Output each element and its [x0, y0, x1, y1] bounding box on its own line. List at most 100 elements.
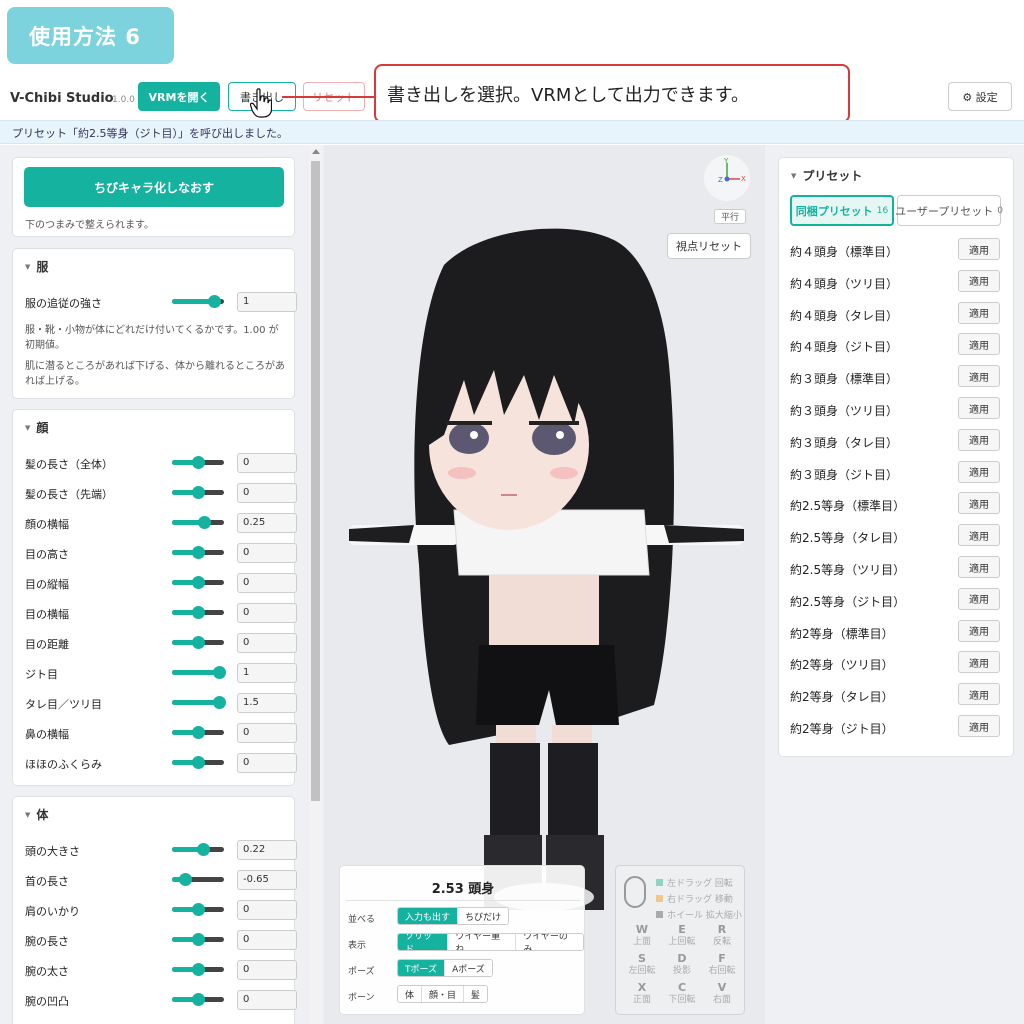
- slider-value-input[interactable]: 0: [237, 723, 297, 743]
- slider[interactable]: [172, 576, 224, 589]
- slider-knob[interactable]: [192, 546, 205, 559]
- shortcut-key[interactable]: V 右面: [702, 982, 742, 1006]
- apply-preset-button[interactable]: 適用: [958, 492, 1000, 515]
- tab-bundled-presets[interactable]: 同梱プリセット 16: [790, 195, 894, 226]
- slider-value-input[interactable]: 0.22: [237, 840, 297, 860]
- settings-button[interactable]: ⚙ 設定: [948, 82, 1012, 111]
- apply-preset-button[interactable]: 適用: [958, 365, 1000, 388]
- apply-preset-button[interactable]: 適用: [958, 524, 1000, 547]
- apply-preset-button[interactable]: 適用: [958, 683, 1000, 706]
- slider-knob[interactable]: [179, 873, 192, 886]
- slider[interactable]: [172, 873, 224, 886]
- slider-value-input[interactable]: 0: [237, 543, 297, 563]
- view-reset-button[interactable]: 視点リセット: [667, 233, 751, 259]
- slider[interactable]: [172, 636, 224, 649]
- slider[interactable]: [172, 903, 224, 916]
- slider-value-input[interactable]: 0: [237, 483, 297, 503]
- slider[interactable]: [172, 546, 224, 559]
- slider-knob[interactable]: [192, 963, 205, 976]
- arrange-chibi-only[interactable]: ちびだけ: [458, 908, 509, 924]
- slider[interactable]: [172, 486, 224, 499]
- slider-value-input[interactable]: 0: [237, 453, 297, 473]
- shortcut-key[interactable]: C 下回転: [662, 982, 702, 1006]
- left-scroll-thumb[interactable]: [311, 161, 320, 801]
- apply-preset-button[interactable]: 適用: [958, 301, 1000, 324]
- preset-section-header[interactable]: ▼ プリセット: [791, 167, 862, 184]
- slider-value-input[interactable]: 0: [237, 930, 297, 950]
- apply-preset-button[interactable]: 適用: [958, 269, 1000, 292]
- ortho-toggle[interactable]: 平行: [714, 209, 746, 224]
- slider[interactable]: [172, 843, 224, 856]
- shortcut-key[interactable]: S 左回転: [622, 953, 662, 977]
- arrange-input-too[interactable]: 入力も出す: [398, 908, 459, 924]
- shortcut-key[interactable]: R 反転: [702, 924, 742, 948]
- apply-preset-button[interactable]: 適用: [958, 556, 1000, 578]
- clothes-section-header[interactable]: ▼ 服: [25, 258, 48, 275]
- slider-knob[interactable]: [192, 933, 205, 946]
- slider-knob[interactable]: [192, 993, 205, 1006]
- apply-preset-button[interactable]: 適用: [958, 238, 1000, 260]
- shortcut-key[interactable]: D 投影: [662, 953, 702, 977]
- slider-knob[interactable]: [192, 456, 205, 469]
- slider-knob[interactable]: [192, 636, 205, 649]
- apply-preset-button[interactable]: 適用: [958, 333, 1000, 356]
- display-wire-overlay[interactable]: ワイヤー重ね: [448, 934, 517, 950]
- apply-preset-button[interactable]: 適用: [958, 587, 1000, 610]
- slider[interactable]: [172, 933, 224, 946]
- slider-value-input[interactable]: 1.5: [237, 693, 297, 713]
- body-section-header[interactable]: ▼ 体: [25, 806, 48, 823]
- axis-gizmo[interactable]: Y X Z: [704, 155, 750, 201]
- open-vrm-button[interactable]: VRMを開く: [138, 82, 220, 111]
- slider-knob[interactable]: [212, 666, 226, 679]
- bone-face-eyes[interactable]: 顔・目: [422, 986, 465, 1002]
- slider[interactable]: [172, 666, 226, 679]
- slider-knob[interactable]: [192, 486, 205, 499]
- slider-value-input[interactable]: 0: [237, 633, 297, 653]
- slider-value-input[interactable]: -0.65: [237, 870, 297, 890]
- slider-knob[interactable]: [192, 576, 205, 589]
- slider-value-input[interactable]: 0: [237, 990, 297, 1010]
- apply-preset-button[interactable]: 適用: [958, 619, 1000, 642]
- slider-value-input[interactable]: 0: [237, 960, 297, 980]
- shortcut-key[interactable]: W 上面: [622, 924, 662, 948]
- slider-knob[interactable]: [198, 516, 212, 529]
- slider-value-input[interactable]: 0: [237, 573, 297, 593]
- slider-value-input[interactable]: 0: [237, 603, 297, 623]
- apply-preset-button[interactable]: 適用: [958, 651, 1000, 674]
- display-wire-only[interactable]: ワイヤーのみ: [516, 934, 583, 950]
- slider-knob[interactable]: [207, 295, 221, 308]
- bone-hair[interactable]: 髪: [464, 986, 488, 1002]
- slider-value-input[interactable]: 1: [237, 292, 297, 312]
- slider[interactable]: [172, 963, 224, 976]
- rechibi-button[interactable]: ちびキャラ化しなおす: [24, 167, 284, 207]
- slider[interactable]: [172, 726, 224, 739]
- tab-user-presets[interactable]: ユーザープリセット 0: [895, 195, 1003, 226]
- slider[interactable]: [172, 295, 224, 308]
- slider-knob[interactable]: [192, 903, 205, 916]
- scroll-up-icon[interactable]: [312, 149, 320, 154]
- slider[interactable]: [172, 606, 224, 619]
- apply-preset-button[interactable]: 適用: [958, 428, 1000, 451]
- slider-value-input[interactable]: 0.25: [237, 513, 297, 533]
- slider-value-input[interactable]: 1: [237, 663, 297, 683]
- pose-t[interactable]: Tポーズ: [398, 960, 446, 976]
- apply-preset-button[interactable]: 適用: [958, 460, 1000, 483]
- slider[interactable]: [172, 456, 224, 469]
- slider-knob[interactable]: [192, 606, 205, 619]
- shortcut-key[interactable]: X 正面: [622, 982, 662, 1006]
- slider[interactable]: [172, 696, 226, 709]
- display-solid[interactable]: ソリッド: [398, 934, 449, 950]
- bone-body[interactable]: 体: [398, 986, 423, 1002]
- slider-value-input[interactable]: 0: [237, 900, 297, 920]
- shortcut-key[interactable]: F 右回転: [702, 953, 742, 977]
- slider-knob[interactable]: [192, 756, 205, 769]
- slider-knob[interactable]: [192, 726, 205, 739]
- slider[interactable]: [172, 756, 224, 769]
- face-section-header[interactable]: ▼ 顔: [25, 419, 48, 436]
- apply-preset-button[interactable]: 適用: [958, 715, 1000, 737]
- slider[interactable]: [172, 993, 224, 1006]
- slider[interactable]: [172, 516, 224, 529]
- slider-knob[interactable]: [212, 696, 226, 709]
- 3d-viewport[interactable]: Y X Z 平行 視点リセット 2.53 頭身 並べる 入力も出す ちびだけ 表…: [324, 145, 765, 1024]
- apply-preset-button[interactable]: 適用: [958, 397, 1000, 419]
